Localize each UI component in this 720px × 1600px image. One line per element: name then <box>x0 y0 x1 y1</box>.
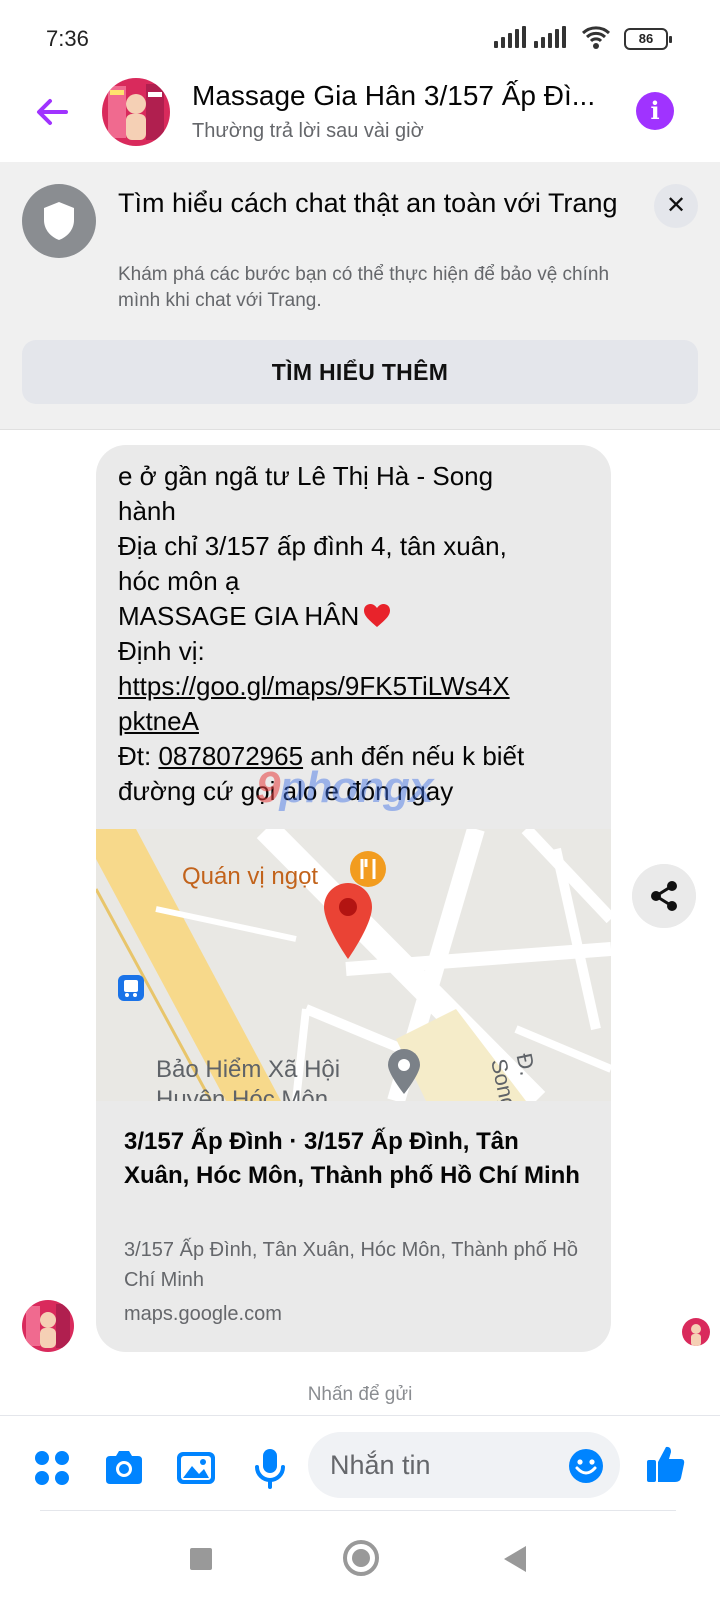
contact-avatar[interactable] <box>102 78 170 146</box>
watermark-part: 9 <box>256 763 281 812</box>
map-poi-label: Bảo Hiểm Xã Hội Huyện Hóc Môn <box>156 1055 340 1101</box>
phone-prefix: Đt: <box>118 741 159 771</box>
tap-to-send-hint: Nhấn để gửi <box>307 1384 413 1405</box>
heart-emoji-icon <box>364 604 391 627</box>
home-icon[interactable] <box>343 1540 379 1576</box>
shield-icon <box>22 184 96 258</box>
map-preview[interactable]: Quán vị ngọt Bảo Hiểm Xã Hội Huyện Hóc Mô… <box>96 829 611 1101</box>
watermark: 9phongx <box>256 763 433 813</box>
response-time-status: Thường trả lời sau vài giờ <box>192 120 424 142</box>
battery-icon: 86 <box>624 28 672 50</box>
watermark-part: phongx <box>279 763 433 812</box>
image-icon[interactable] <box>174 1446 218 1490</box>
map-link-continued[interactable]: pktneA <box>118 704 590 739</box>
message-line: Địa chỉ 3/157 ấp đình 4, tân xuân, <box>118 531 507 561</box>
link-card-title[interactable]: 3/157 Ấp Đình · 3/157 Ấp Đình, Tân Xuân,… <box>124 1125 584 1193</box>
map-poi-line: Bảo Hiểm Xã Hội <box>156 1056 341 1083</box>
safety-banner-description: Khám phá các bước bạn có thể thực hiện đ… <box>118 264 610 311</box>
microphone-icon[interactable] <box>248 1446 292 1490</box>
system-navigation-bar <box>0 1520 720 1600</box>
status-time: 7:36 <box>46 26 89 51</box>
message-line: Định vị: <box>118 636 205 666</box>
share-icon[interactable] <box>632 864 696 928</box>
learn-more-button[interactable]: TÌM HIỂU THÊM <box>22 340 698 404</box>
divider <box>40 1510 676 1511</box>
message-line: hành <box>118 496 176 526</box>
signal-icon <box>534 26 566 48</box>
seen-receipt-avatar <box>682 1318 710 1346</box>
safety-banner-title: Tìm hiểu cách chat thật an toàn với Tran… <box>118 188 618 218</box>
sender-avatar[interactable] <box>22 1300 74 1352</box>
camera-icon[interactable] <box>102 1446 146 1490</box>
message-line: e ở gần ngã tư Lê Thị Hà - Song <box>118 461 494 491</box>
recent-apps-icon[interactable] <box>190 1548 212 1570</box>
link-card-address: 3/157 Ấp Đình, Tân Xuân, Hóc Môn, Thành … <box>124 1239 579 1291</box>
contact-name[interactable]: Massage Gia Hân 3/157 Ấp Đì... <box>192 80 612 112</box>
emoji-icon[interactable] <box>568 1448 604 1484</box>
message-line: MASSAGE GIA HÂN <box>118 599 590 634</box>
close-icon[interactable]: ✕ <box>654 184 698 228</box>
signal-icon <box>494 26 526 48</box>
message-text: e ở gần ngã tư Lê Thị Hà - Song hành Địa… <box>118 459 590 809</box>
message-line-text: MASSAGE GIA HÂN <box>118 601 360 631</box>
thumbs-up-icon[interactable] <box>644 1442 688 1486</box>
info-icon[interactable]: i <box>636 92 674 130</box>
map-poi-line: Huyện Hóc Môn <box>156 1086 329 1101</box>
apps-grid-icon[interactable] <box>30 1446 74 1490</box>
message-bubble[interactable]: e ở gần ngã tư Lê Thị Hà - Song hành Địa… <box>96 445 611 1352</box>
safety-banner: Tìm hiểu cách chat thật an toàn với Tran… <box>0 162 720 430</box>
back-arrow-icon[interactable] <box>30 90 74 134</box>
back-triangle-icon[interactable] <box>504 1546 526 1572</box>
wifi-icon <box>581 26 611 49</box>
message-line: hóc môn ạ <box>118 566 240 596</box>
status-bar: 7:36 86 <box>0 0 720 72</box>
chat-header: Massage Gia Hân 3/157 Ấp Đì... Thường tr… <box>0 72 720 162</box>
message-composer <box>0 1415 720 1515</box>
map-poi-label: Quán vị ngọt <box>182 863 319 890</box>
map-link[interactable]: https://goo.gl/maps/9FK5TiLWs4X <box>118 669 590 704</box>
link-card-domain: maps.google.com <box>124 1303 282 1325</box>
